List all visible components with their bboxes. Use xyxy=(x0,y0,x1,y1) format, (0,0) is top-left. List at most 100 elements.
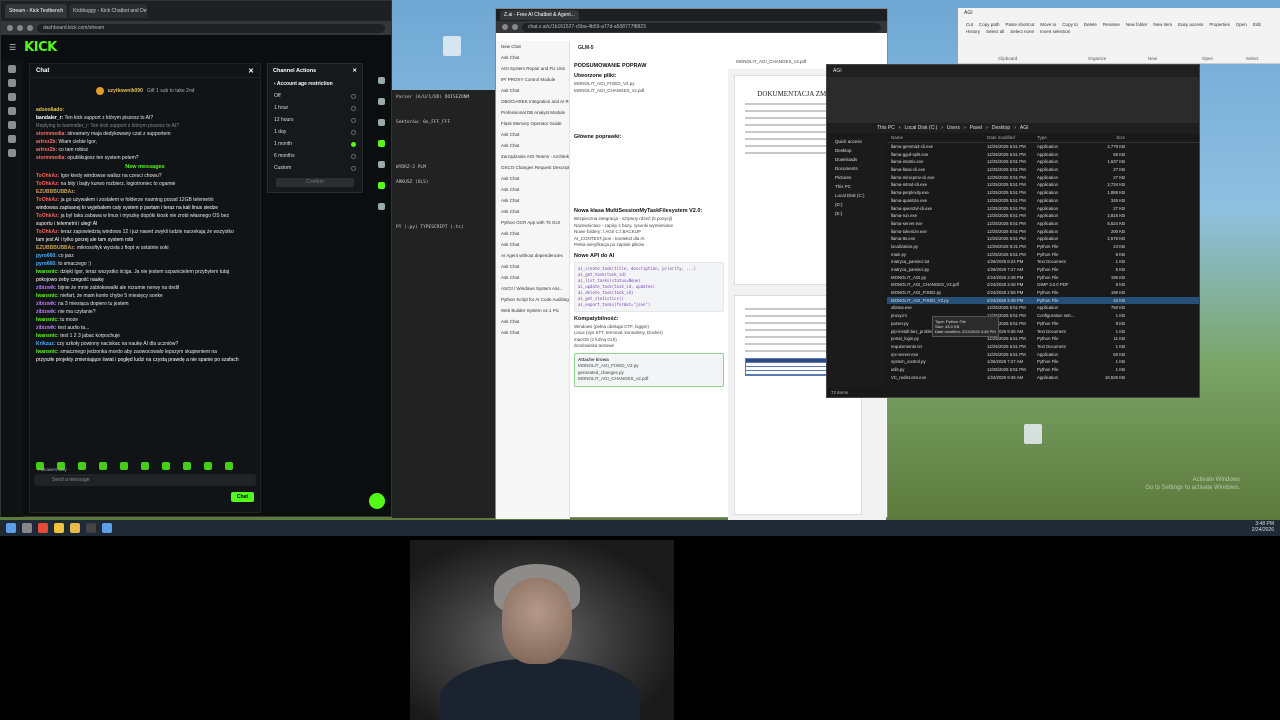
breadcrumb[interactable]: This PC › Local Disk (C:) › Users › Pavel › Desk… xyxy=(827,123,1199,133)
start-icon[interactable] xyxy=(6,523,16,533)
chat-username[interactable]: lwansnic: xyxy=(36,293,59,299)
mod-tool-icon[interactable] xyxy=(377,119,385,126)
age-option[interactable]: 1 month xyxy=(268,138,362,150)
ribbon-button[interactable]: Move to xyxy=(1040,22,1056,27)
model-selector[interactable]: GLM-5 xyxy=(578,45,594,51)
account-age-heading[interactable]: ‹ Account age restriction xyxy=(268,78,362,90)
menu-icon[interactable]: ☰ xyxy=(9,43,16,52)
sidebar-chat-item[interactable]: Ask Chat xyxy=(496,316,569,327)
file-row[interactable]: VC_redist.x64.exe 1/24/2026 9:46 AM Applic… xyxy=(887,374,1199,382)
sidebar-chat-item[interactable]: Ask Chat xyxy=(496,184,569,195)
sidebar-chat-item[interactable]: Ask Chat xyxy=(496,261,569,272)
sidebar-chat-item[interactable]: Ask Chat xyxy=(496,195,569,206)
radio-icon[interactable] xyxy=(351,165,356,171)
sidebar-chat-item[interactable]: New Chat xyxy=(496,41,569,52)
new-messages-divider[interactable]: New messages xyxy=(36,164,254,170)
close-icon[interactable]: ✕ xyxy=(352,68,357,74)
nav-item[interactable]: (D:) xyxy=(827,200,885,209)
browser-icon[interactable] xyxy=(38,523,48,533)
close-icon[interactable]: ✕ xyxy=(248,67,254,75)
sidebar-chat-item[interactable]: AI Agent without dependencies xyxy=(496,250,569,261)
radio-icon[interactable] xyxy=(351,117,356,123)
chat-username[interactable]: lwansnic: xyxy=(36,317,59,323)
sidebar-chat-item[interactable]: Ask Chat xyxy=(496,272,569,283)
sidebar-chat-item[interactable]: Python OCR App with Tk GUI xyxy=(496,217,569,228)
ribbon-button[interactable]: History xyxy=(966,29,980,34)
column-size[interactable]: Size xyxy=(1091,135,1131,142)
nav-item[interactable]: Quick access xyxy=(827,137,885,146)
chat-username[interactable]: ToOhkAz: xyxy=(36,181,59,187)
search-icon[interactable] xyxy=(22,523,32,533)
chat-username[interactable]: pyro660: xyxy=(36,261,57,267)
sidebar-chat-item[interactable]: Ask Chat xyxy=(496,129,569,140)
chat-username[interactable]: EZUBBBUBBAz: xyxy=(36,245,75,251)
sidebar-chat-item[interactable]: ASCII / Windows System Ass... xyxy=(496,283,569,294)
sidebar-chat-item[interactable]: Ask Chat xyxy=(496,239,569,250)
reload-icon[interactable] xyxy=(27,25,33,31)
home-icon[interactable] xyxy=(8,65,16,73)
file-row[interactable]: llama-quantize.exe 12/25/2025 5:51 PM Appl… xyxy=(887,197,1199,205)
chat-username[interactable]: Krikzuz: xyxy=(36,341,55,347)
chat-send-button[interactable]: Chat xyxy=(230,492,254,502)
file-row[interactable]: llama-imatrix.exe 12/25/2025 5:51 PM Appli… xyxy=(887,158,1199,166)
ribbon-button[interactable]: Delete xyxy=(1084,22,1097,27)
radio-icon[interactable] xyxy=(351,105,356,111)
file-row[interactable]: requirements.txt 12/25/2025 5:51 PM Text D… xyxy=(887,343,1199,351)
kick-logo[interactable]: KICK xyxy=(24,40,57,55)
breadcrumb-item[interactable]: This PC xyxy=(877,125,895,131)
emote-icon[interactable] xyxy=(99,462,107,470)
column-type[interactable]: Type xyxy=(1037,135,1091,142)
sidebar-chat-item[interactable]: Python Script for AI Code Auditing xyxy=(496,294,569,305)
nav-item[interactable]: (E:) xyxy=(827,209,885,218)
chat-username[interactable]: stormmedia: xyxy=(36,155,66,161)
mod-tool-icon[interactable] xyxy=(377,161,385,168)
tools-icon[interactable] xyxy=(8,149,16,157)
community-icon[interactable] xyxy=(8,107,16,115)
stream-icon[interactable] xyxy=(8,79,16,87)
pinned-gift-banner[interactable]: uzytkownik090 Gift 1 sub to take 2nd xyxy=(30,78,260,104)
sidebar-chat-item[interactable]: Ask Chat xyxy=(496,228,569,239)
mod-tool-icon[interactable] xyxy=(377,203,385,210)
nav-item[interactable]: Pictures xyxy=(827,173,885,182)
chat-username[interactable]: EZUBBBUBBAz: xyxy=(36,189,75,195)
chat-username[interactable]: zibizwik: xyxy=(36,325,57,331)
sidebar-chat-item[interactable]: Ask Chat xyxy=(496,173,569,184)
file-row[interactable]: llama-minicpmv-cli.exe 12/25/2025 5:51 PM… xyxy=(887,174,1199,182)
emote-icon[interactable] xyxy=(120,462,128,470)
sidebar-chat-item[interactable]: Flask Memory Operator Guide xyxy=(496,118,569,129)
chat-username[interactable]: lwansnic: xyxy=(36,269,59,275)
column-name[interactable]: Name xyxy=(887,135,987,142)
chat-username[interactable]: zibizwik: xyxy=(36,309,57,315)
chat-username[interactable]: adsoo6ado: xyxy=(36,107,64,113)
breadcrumb-item[interactable]: Local Disk (C:) xyxy=(904,125,937,131)
ribbon-button[interactable]: Cut xyxy=(966,22,973,27)
breadcrumb-item[interactable]: Desktop xyxy=(992,125,1010,131)
sidebar-chat-item[interactable]: OBOCIAREK Integration and AI Re... xyxy=(496,96,569,107)
age-option[interactable]: Custom xyxy=(268,162,362,174)
mod-tool-icon[interactable] xyxy=(377,140,385,147)
chat-username[interactable]: ToOhkAz: xyxy=(36,229,59,235)
forward-icon[interactable] xyxy=(17,25,23,31)
file-row[interactable]: MONOLIT_AGI.py 2/24/2026 3:48 PM Python Fi… xyxy=(887,274,1199,282)
settings-icon[interactable] xyxy=(8,135,16,143)
sidebar-chat-item[interactable]: OSCO Changes Request Descriptor xyxy=(496,162,569,173)
sidebar-chat-item[interactable]: Ask Chat xyxy=(496,206,569,217)
chat-username[interactable]: ToOhkAz: xyxy=(36,173,59,179)
desktop-file-icon[interactable] xyxy=(1024,424,1042,444)
clock[interactable]: 3:48 PM 2/24/2026 xyxy=(1252,521,1274,533)
file-row[interactable]: matryca_pamieci.py 1/26/2026 7:27 AM Pytho… xyxy=(887,266,1199,274)
sidebar-chat-item[interactable]: AGI System Repair and Fix Unit xyxy=(496,63,569,74)
ribbon-button[interactable]: Invert selection xyxy=(1040,29,1070,34)
chat-message-input[interactable]: Send a message xyxy=(34,474,256,486)
ribbon-button[interactable]: Open xyxy=(1236,22,1247,27)
file-row[interactable]: system_control.py 1/26/2026 7:27 AM Python… xyxy=(887,358,1199,366)
address-input[interactable]: chat.z.ai/c/1b161527-c5ba-4b59-a77d-a508… xyxy=(522,22,881,32)
sidebar-chat-item[interactable]: Web Builder System v4.1 Pic xyxy=(496,305,569,316)
ribbon-button[interactable]: Select none xyxy=(1010,29,1034,34)
file-row[interactable]: ollama.exe 12/25/2025 5:51 PM Application 7… xyxy=(887,304,1199,312)
chat-username[interactable]: stormmedia: xyxy=(36,131,66,137)
radio-icon[interactable] xyxy=(351,153,356,159)
back-icon[interactable] xyxy=(502,24,508,30)
terminal-icon[interactable] xyxy=(86,523,96,533)
ribbon-button[interactable]: Properties xyxy=(1209,22,1230,27)
